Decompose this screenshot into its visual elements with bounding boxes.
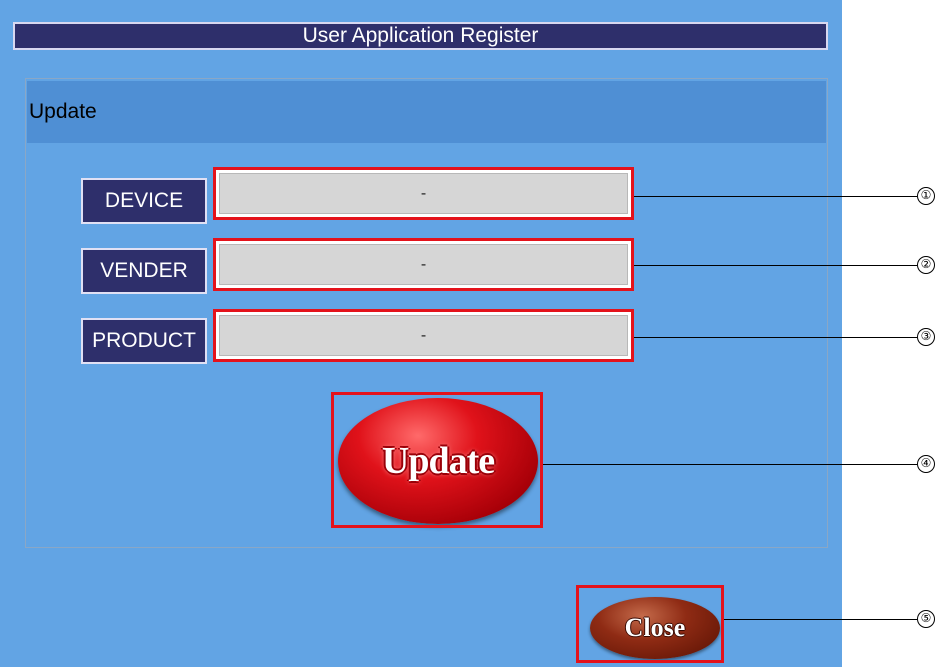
vender-field[interactable]: -: [213, 238, 634, 291]
section-title: Update: [27, 81, 826, 143]
callout-line-2: [634, 265, 917, 266]
product-field[interactable]: -: [213, 309, 634, 362]
window-title: User Application Register: [13, 22, 828, 50]
callout-marker-3: ③: [917, 328, 935, 346]
callout-marker-1: ①: [917, 187, 935, 205]
product-label: PRODUCT: [81, 318, 207, 364]
close-highlight-box: [576, 585, 724, 663]
callout-line-3: [634, 337, 917, 338]
device-value: -: [219, 173, 628, 214]
dialog-panel: User Application Register Update DEVICE …: [0, 0, 842, 667]
callout-line-4: [543, 464, 917, 465]
product-value: -: [219, 315, 628, 356]
vender-value: -: [219, 244, 628, 285]
update-highlight-box: [331, 392, 543, 528]
callout-line-5: [724, 619, 917, 620]
callout-line-1: [634, 196, 917, 197]
device-field[interactable]: -: [213, 167, 634, 220]
device-label: DEVICE: [81, 178, 207, 224]
vender-label: VENDER: [81, 248, 207, 294]
callout-marker-4: ④: [917, 455, 935, 473]
callout-marker-2: ②: [917, 256, 935, 274]
callout-marker-5: ⑤: [917, 610, 935, 628]
